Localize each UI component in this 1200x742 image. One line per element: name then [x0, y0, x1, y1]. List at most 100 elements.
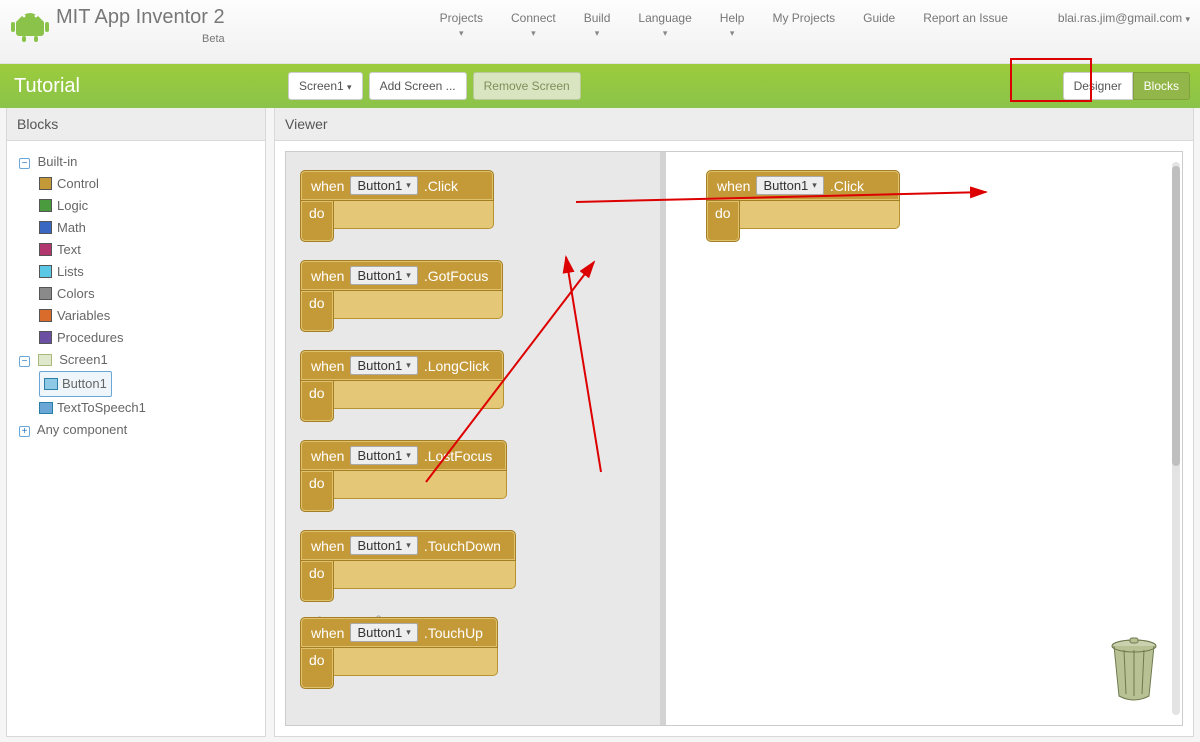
- add-screen-button[interactable]: Add Screen ...: [369, 72, 467, 100]
- workspace-scrollbar[interactable]: [1172, 162, 1180, 715]
- button-icon: [44, 378, 58, 390]
- block-palette[interactable]: when Button1 ▾ .Clickdowhen Button1 ▾ .G…: [286, 152, 666, 725]
- component-button1[interactable]: Button1: [39, 371, 257, 397]
- palette-event-block[interactable]: when Button1 ▾ .LostFocus do: [300, 440, 507, 512]
- menu-guide[interactable]: Guide: [863, 11, 895, 25]
- sidebar-title: Blocks: [7, 108, 265, 141]
- kw-do: do: [715, 205, 731, 221]
- component-tts[interactable]: TextToSpeech1: [39, 397, 257, 419]
- block-slot[interactable]: [334, 291, 503, 319]
- component-dropdown[interactable]: Button1▾: [756, 176, 823, 195]
- component-dropdown[interactable]: Button1 ▾: [350, 356, 417, 375]
- event-name: .GotFocus: [424, 268, 489, 284]
- cat-colors[interactable]: Colors: [39, 283, 257, 305]
- event-name: .Click: [424, 178, 458, 194]
- chevron-down-icon: ▾: [595, 28, 600, 38]
- block-workspace[interactable]: when Button1▾ .Click do: [666, 152, 1182, 725]
- user-email[interactable]: blai.ras.jim@gmail.com ▾: [1058, 11, 1190, 25]
- block-slot[interactable]: [334, 648, 498, 676]
- event-name: .LostFocus: [424, 448, 492, 464]
- cat-logic[interactable]: Logic: [39, 195, 257, 217]
- kw-do: do: [309, 295, 325, 311]
- kw-do: do: [309, 475, 325, 491]
- menu-language[interactable]: Language▾: [638, 11, 691, 40]
- menu-build[interactable]: Build▾: [584, 11, 611, 40]
- chevron-down-icon: ▾: [406, 180, 411, 191]
- main-area: Blocks − Built-in Control Logic Math Tex…: [0, 108, 1200, 737]
- chevron-down-icon: ▾: [406, 450, 411, 461]
- app-name: MIT App Inventor 2: [56, 6, 225, 29]
- kw-when: when: [717, 178, 750, 194]
- app-sub: Beta: [58, 33, 225, 45]
- block-slot[interactable]: [334, 471, 507, 499]
- chevron-down-icon: ▾: [406, 270, 411, 281]
- menu-help[interactable]: Help▾: [720, 11, 745, 40]
- event-name: .Click: [830, 178, 864, 194]
- trash-icon: [1104, 634, 1164, 704]
- top-header: MIT App Inventor 2 Beta Projects▾ Connec…: [0, 0, 1200, 64]
- app-logo: MIT App Inventor 2 Beta: [10, 6, 225, 45]
- palette-event-block[interactable]: when Button1 ▾ .LongClickdo: [300, 350, 504, 422]
- block-slot[interactable]: [334, 201, 494, 229]
- menu-report-issue[interactable]: Report an Issue: [923, 11, 1008, 25]
- cat-control[interactable]: Control: [39, 173, 257, 195]
- placed-event-block[interactable]: when Button1▾ .Click do: [706, 170, 900, 242]
- event-name: .LongClick: [424, 358, 489, 374]
- cat-variables[interactable]: Variables: [39, 305, 257, 327]
- collapse-icon[interactable]: −: [19, 356, 30, 367]
- cat-text[interactable]: Text: [39, 239, 257, 261]
- component-dropdown[interactable]: Button1 ▾: [350, 266, 417, 285]
- view-toggle: Designer Blocks: [1063, 72, 1190, 100]
- component-dropdown[interactable]: Button1 ▾: [350, 536, 417, 555]
- kw-do: do: [309, 205, 325, 221]
- tree-screen1[interactable]: − Screen1 Button1 TextToSpeech1: [19, 349, 257, 419]
- tts-icon: [39, 402, 53, 414]
- screen-dropdown[interactable]: Screen1 ▾: [288, 72, 363, 100]
- cat-math[interactable]: Math: [39, 217, 257, 239]
- cat-procedures[interactable]: Procedures: [39, 327, 257, 349]
- designer-button[interactable]: Designer: [1063, 72, 1133, 100]
- component-dropdown[interactable]: Button1 ▾: [350, 623, 417, 642]
- blocks-button[interactable]: Blocks: [1133, 72, 1190, 100]
- blocks-tree: − Built-in Control Logic Math Text Lists…: [7, 141, 265, 451]
- android-icon: [10, 10, 50, 42]
- component-dropdown[interactable]: Button1 ▾: [350, 176, 417, 195]
- palette-event-block[interactable]: when Button1 ▾ .TouchDowndo: [300, 530, 516, 602]
- chevron-down-icon: ▾: [730, 28, 735, 38]
- remove-screen-button: Remove Screen: [473, 72, 581, 100]
- blocks-sidebar: Blocks − Built-in Control Logic Math Tex…: [6, 108, 266, 737]
- kw-when: when: [311, 268, 344, 284]
- green-toolbar: Tutorial Screen1 ▾ Add Screen ... Remove…: [0, 64, 1200, 108]
- viewer-canvas: when Button1 ▾ .Clickdowhen Button1 ▾ .G…: [285, 151, 1183, 726]
- chevron-down-icon: ▾: [1185, 14, 1190, 24]
- chevron-down-icon: ▾: [406, 627, 411, 638]
- menu-projects[interactable]: Projects▾: [440, 11, 483, 40]
- kw-when: when: [311, 178, 344, 194]
- kw-when: when: [311, 538, 344, 554]
- kw-do: do: [309, 565, 325, 581]
- chevron-down-icon: ▾: [406, 540, 411, 551]
- palette-event-block[interactable]: when Button1 ▾ .Click do: [300, 170, 494, 242]
- kw-when: when: [311, 625, 344, 641]
- chevron-down-icon: ▾: [812, 180, 817, 191]
- expand-icon[interactable]: +: [19, 426, 30, 437]
- tree-any-component[interactable]: + Any component: [19, 419, 257, 441]
- collapse-icon[interactable]: −: [19, 158, 30, 169]
- chevron-down-icon: ▾: [459, 28, 464, 38]
- tree-builtin[interactable]: − Built-in Control Logic Math Text Lists…: [19, 151, 257, 349]
- menu-my-projects[interactable]: My Projects: [772, 11, 835, 25]
- component-dropdown[interactable]: Button1 ▾: [350, 446, 417, 465]
- block-slot[interactable]: [334, 381, 504, 409]
- kw-when: when: [311, 448, 344, 464]
- block-slot[interactable]: [334, 561, 516, 589]
- screen-icon: [38, 354, 52, 366]
- block-slot[interactable]: [740, 201, 900, 229]
- chevron-down-icon: ▾: [531, 28, 536, 38]
- palette-event-block[interactable]: when Button1 ▾ .GotFocus do: [300, 260, 503, 332]
- trashcan[interactable]: [1104, 634, 1164, 707]
- top-menu: Projects▾ Connect▾ Build▾ Language▾ Help…: [440, 11, 1190, 40]
- palette-event-block[interactable]: when Button1 ▾ .TouchUpdo: [300, 617, 498, 689]
- cat-lists[interactable]: Lists: [39, 261, 257, 283]
- menu-connect[interactable]: Connect▾: [511, 11, 556, 40]
- chevron-down-icon: ▾: [406, 360, 411, 371]
